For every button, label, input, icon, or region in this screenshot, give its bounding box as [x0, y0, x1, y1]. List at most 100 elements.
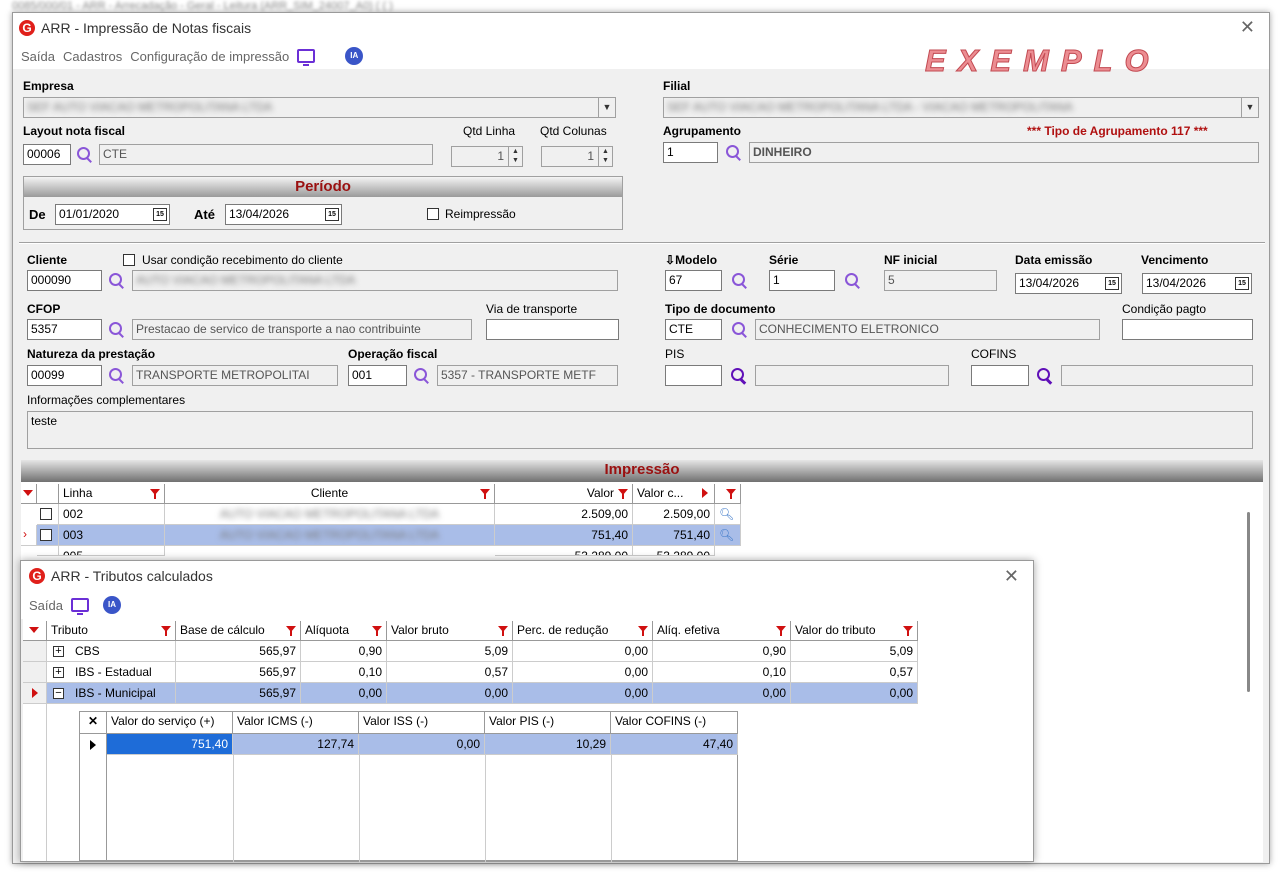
header-valor-tributo[interactable]: Valor do tributo	[791, 621, 918, 641]
search-icon[interactable]	[109, 368, 125, 384]
search-icon[interactable]	[731, 368, 747, 384]
detail-valor-iss[interactable]: 0,00	[359, 734, 485, 755]
menu-cadastros[interactable]: Cadastros	[63, 49, 122, 64]
calendar-icon[interactable]: 15	[1105, 277, 1119, 290]
chevron-down-icon[interactable]: ▼	[1241, 98, 1258, 117]
spinner-icon[interactable]: ▲ ▼	[508, 147, 522, 166]
ia-icon[interactable]: IA	[345, 47, 364, 65]
natureza-code-input[interactable]: 00099	[27, 365, 102, 386]
filter-icon[interactable]	[638, 626, 648, 636]
cliente-code-input[interactable]: 000090	[27, 270, 102, 291]
header-cliente[interactable]: Cliente	[165, 484, 495, 504]
scrollbar[interactable]	[1247, 512, 1250, 692]
row-tributo[interactable]: + IBS - Estadual	[47, 662, 176, 683]
reimpressao-checkbox[interactable]	[427, 208, 439, 220]
tipo-documento-code-input[interactable]: CTE	[665, 319, 722, 340]
search-icon[interactable]	[1037, 368, 1053, 384]
menu-saida[interactable]: Saída	[21, 49, 55, 64]
header-valor-servico[interactable]: Valor do serviço (+)	[107, 712, 233, 734]
filter-icon[interactable]	[726, 489, 736, 499]
header-linha[interactable]: Linha	[59, 484, 165, 504]
header-valor-bruto[interactable]: Valor bruto	[387, 621, 513, 641]
ate-date-input[interactable]: 13/04/2026 15	[225, 204, 342, 225]
filter-icon[interactable]	[161, 626, 171, 636]
detail-valor-servico[interactable]: 751,40	[107, 734, 233, 755]
data-emissao-input[interactable]: 13/04/2026 15	[1015, 273, 1122, 294]
search-icon[interactable]	[109, 273, 125, 289]
header-valor-pis[interactable]: Valor PIS (-)	[485, 712, 611, 734]
agrupamento-code-input[interactable]: 1	[663, 142, 718, 163]
menu-saida[interactable]: Saída	[29, 598, 63, 613]
filter-icon[interactable]	[372, 626, 382, 636]
serie-input[interactable]: 1	[769, 270, 835, 291]
sort-arrow-icon[interactable]	[702, 488, 708, 498]
detail-valor-pis[interactable]: 10,29	[485, 734, 611, 755]
filter-icon[interactable]	[903, 626, 913, 636]
header-perc-reducao[interactable]: Perc. de redução	[513, 621, 653, 641]
filter-icon[interactable]	[150, 489, 160, 499]
monitor-icon[interactable]	[297, 49, 316, 66]
header-base[interactable]: Base de cálculo	[176, 621, 301, 641]
row-tributo[interactable]: + CBS	[47, 641, 176, 662]
vencimento-input[interactable]: 13/04/2026 15	[1142, 273, 1252, 294]
de-date-input[interactable]: 01/01/2020 15	[55, 204, 170, 225]
dropdown-icon[interactable]	[29, 627, 39, 633]
filter-icon[interactable]	[618, 489, 628, 499]
header-valor-cofins[interactable]: Valor COFINS (-)	[611, 712, 738, 734]
close-icon[interactable]: ✕	[1004, 566, 1019, 587]
row-tributo[interactable]: − IBS - Municipal	[47, 683, 176, 704]
empresa-select[interactable]: SEF AUTO VIACAO METROPOLITANA LTDA ▼	[23, 97, 616, 118]
expand-icon[interactable]: +	[53, 646, 64, 657]
info-textarea[interactable]: teste	[27, 411, 1253, 449]
zoom-icon[interactable]: 🔍︎	[715, 525, 741, 546]
cofins-input[interactable]	[971, 365, 1029, 386]
search-icon[interactable]	[726, 145, 742, 161]
via-transporte-input[interactable]	[486, 319, 619, 340]
header-extra[interactable]	[715, 484, 741, 504]
header-aliquota[interactable]: Alíquota	[301, 621, 387, 641]
filial-select[interactable]: SEF AUTO VIACAO METROPOLITANA LTDA - VIA…	[663, 97, 1259, 118]
operacao-code-input[interactable]: 001	[348, 365, 407, 386]
ia-icon[interactable]: IA	[102, 596, 121, 614]
search-icon[interactable]	[845, 273, 861, 289]
nf-inicial-input[interactable]: 5	[884, 270, 997, 291]
zoom-icon[interactable]: 🔍︎	[715, 504, 741, 525]
calendar-icon[interactable]: 15	[153, 208, 167, 221]
detail-valor-cofins[interactable]: 47,40	[611, 734, 738, 755]
calendar-icon[interactable]: 15	[1235, 277, 1249, 290]
filter-icon[interactable]	[776, 626, 786, 636]
spinner-icon[interactable]: ▲ ▼	[598, 147, 612, 166]
close-icon[interactable]: ✕	[1240, 17, 1255, 38]
filter-icon[interactable]	[498, 626, 508, 636]
monitor-icon[interactable]	[70, 598, 89, 615]
dropdown-icon[interactable]	[23, 490, 33, 496]
header-aliq-efetiva[interactable]: Alíq. efetiva	[653, 621, 791, 641]
layout-code-input[interactable]: 00006	[23, 144, 71, 165]
search-icon[interactable]	[109, 322, 125, 338]
expand-icon[interactable]: +	[53, 667, 64, 678]
search-icon[interactable]	[732, 273, 748, 289]
search-icon[interactable]	[77, 147, 93, 163]
header-tributo[interactable]: Tributo	[47, 621, 176, 641]
pis-input[interactable]	[665, 365, 722, 386]
menu-configuracao[interactable]: Configuração de impressão	[130, 49, 289, 64]
header-valor-iss[interactable]: Valor ISS (-)	[359, 712, 485, 734]
cfop-code-input[interactable]: 5357	[27, 319, 102, 340]
row-checkbox[interactable]	[37, 546, 59, 556]
condicao-pagto-input[interactable]	[1122, 319, 1253, 340]
usar-condicao-checkbox[interactable]	[123, 254, 135, 266]
header-valor-c[interactable]: Valor c...	[633, 484, 715, 504]
qtd-colunas-input[interactable]: 1 ▲ ▼	[541, 146, 613, 167]
qtd-linha-input[interactable]: 1 ▲ ▼	[451, 146, 523, 167]
row-checkbox[interactable]	[37, 504, 59, 525]
filter-icon[interactable]	[286, 626, 296, 636]
search-icon[interactable]	[414, 368, 430, 384]
header-valor-icms[interactable]: Valor ICMS (-)	[233, 712, 359, 734]
header-valor[interactable]: Valor	[495, 484, 633, 504]
filter-icon[interactable]	[480, 489, 490, 499]
search-icon[interactable]	[732, 322, 748, 338]
calendar-icon[interactable]: 15	[325, 208, 339, 221]
modelo-input[interactable]: 67	[665, 270, 722, 291]
collapse-icon[interactable]: −	[53, 688, 64, 699]
detail-valor-icms[interactable]: 127,74	[233, 734, 359, 755]
